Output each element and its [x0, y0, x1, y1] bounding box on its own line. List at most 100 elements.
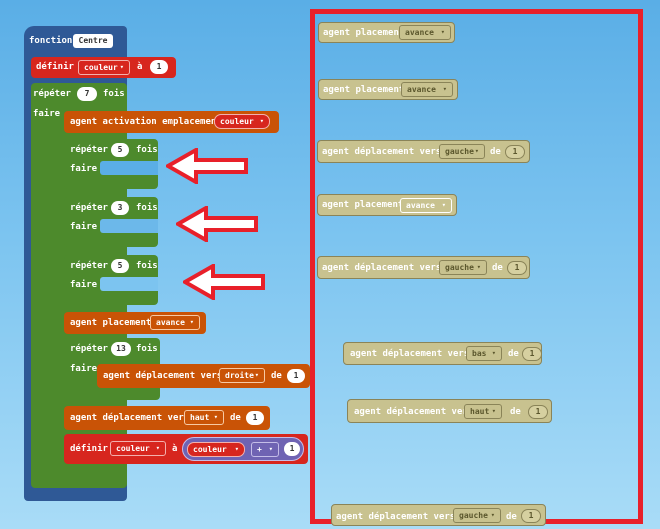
inner-times-label: fois: [136, 145, 158, 155]
move-right-block[interactable]: agent déplacement vers droite ▾ de 1: [97, 364, 310, 388]
chevron-down-icon: ▾: [474, 147, 479, 155]
palette-dropdown-label: gauche: [445, 147, 474, 156]
place-dropdown-label: avance: [156, 318, 185, 327]
palette-block-move[interactable]: agent déplacement vers gauche ▾ de 1: [317, 256, 530, 279]
activate-variable-label: couleur: [220, 117, 254, 126]
palette-dropdown-label: gauche: [445, 263, 474, 272]
palette-dropdown[interactable]: avance ▾: [400, 198, 452, 213]
palette-block-place[interactable]: agent placement avance ▾: [318, 22, 455, 43]
expr-value[interactable]: 1: [284, 442, 300, 456]
math-expression[interactable]: couleur ▾ + ▾ 1: [182, 437, 304, 461]
agent-activate-block[interactable]: agent activation emplacement couleur ▾: [64, 111, 279, 133]
palette-dropdown[interactable]: gauche ▾: [439, 144, 485, 159]
set-value-input[interactable]: 1: [150, 60, 168, 74]
inner-do-label: faire: [70, 280, 98, 290]
palette-of-label: de: [510, 407, 521, 417]
final-variable-label: couleur: [116, 444, 150, 453]
palette-amount[interactable]: 1: [507, 261, 527, 275]
move-right-label: agent déplacement vers: [103, 371, 223, 381]
variable-dropdown[interactable]: couleur ▾: [78, 60, 130, 75]
inner-repeat-block-3[interactable]: répéter 5 fois faire: [64, 255, 158, 305]
empty-slot[interactable]: [100, 219, 158, 233]
palette-of-label: de: [506, 512, 517, 522]
inner-times-label: fois: [136, 203, 158, 213]
inner-repeat-count[interactable]: 5: [111, 143, 129, 157]
arrow-left-icon: [166, 148, 248, 184]
chevron-down-icon: ▾: [234, 445, 239, 453]
empty-slot[interactable]: [100, 277, 158, 291]
final-set-block[interactable]: définir couleur ▾ à couleur ▾ + ▾ 1: [64, 434, 308, 464]
palette-amount[interactable]: 1: [505, 145, 525, 159]
chevron-down-icon: ▾: [441, 201, 446, 209]
inner-repeat-count[interactable]: 5: [111, 259, 129, 273]
place-label: agent placement: [70, 318, 152, 328]
chevron-down-icon: ▾: [213, 413, 218, 421]
direction-dropdown[interactable]: droite ▾: [219, 368, 265, 383]
palette-dropdown[interactable]: haut ▾: [464, 404, 502, 419]
palette-block-label: agent déplacement vers: [322, 147, 442, 157]
palette-block-place[interactable]: agent placement avance ▾: [317, 194, 457, 216]
function-name-field[interactable]: Centre: [73, 34, 113, 48]
final-variable-dropdown[interactable]: couleur ▾: [110, 441, 166, 456]
place-dropdown[interactable]: avance ▾: [150, 315, 200, 330]
repeat-label: répéter: [33, 89, 71, 99]
agent-place-block[interactable]: agent placement avance ▾: [64, 312, 206, 334]
set-variable-block[interactable]: définir couleur ▾ à 1: [31, 57, 176, 78]
palette-of-label: de: [492, 263, 503, 273]
inner-repeat-label: répéter: [70, 261, 108, 271]
move-up-amount[interactable]: 1: [246, 411, 264, 425]
final-set-to: à: [172, 444, 178, 454]
move-up-block[interactable]: agent déplacement vers haut ▾ de 1: [64, 406, 270, 430]
empty-slot[interactable]: [100, 161, 158, 175]
palette-block-label: agent déplacement vers: [322, 263, 442, 273]
arrow-left-icon: [183, 264, 265, 300]
palette-block-label: agent placement: [323, 28, 405, 38]
palette-dropdown[interactable]: avance ▾: [401, 82, 453, 97]
final-set-label: définir: [70, 444, 108, 454]
palette-block-label: agent déplacement vers: [354, 407, 474, 417]
palette-dropdown-label: avance: [406, 201, 435, 210]
repeat13-count[interactable]: 13: [111, 342, 131, 356]
do-label: faire: [33, 109, 61, 119]
expr-variable-dropdown[interactable]: couleur ▾: [187, 442, 245, 457]
blocks-workspace[interactable]: fonction Centre définir couleur ▾ à 1 rép…: [0, 0, 660, 529]
palette-amount[interactable]: 1: [528, 405, 548, 419]
operator-dropdown[interactable]: + ▾: [251, 442, 279, 457]
set-to-label: à: [137, 62, 143, 72]
inner-repeat-label: répéter: [70, 145, 108, 155]
move-up-of: de: [230, 413, 241, 423]
palette-dropdown[interactable]: avance ▾: [399, 25, 451, 40]
inner-repeat-block-2[interactable]: répéter 3 fois faire: [64, 197, 158, 247]
chevron-down-icon: ▾: [119, 63, 124, 71]
palette-dropdown[interactable]: gauche ▾: [439, 260, 487, 275]
activate-variable-dropdown[interactable]: couleur ▾: [214, 114, 270, 129]
move-right-amount[interactable]: 1: [287, 369, 305, 383]
palette-block-place[interactable]: agent placement avance ▾: [318, 79, 458, 100]
palette-block-move[interactable]: agent déplacement vers bas ▾ de 1: [343, 342, 542, 365]
palette-dropdown[interactable]: gauche ▾: [453, 508, 501, 523]
palette-block-move[interactable]: agent déplacement vers gauche ▾ de 1: [331, 504, 546, 526]
direction-dropdown[interactable]: haut ▾: [184, 410, 224, 425]
inner-repeat-block-1[interactable]: répéter 5 fois faire: [64, 139, 158, 189]
chevron-down-icon: ▾: [490, 511, 495, 519]
palette-block-move[interactable]: agent déplacement vers haut ▾ de 1: [347, 399, 552, 423]
inner-do-label: faire: [70, 222, 98, 232]
times-label: fois: [103, 89, 125, 99]
chevron-down-icon: ▾: [476, 263, 481, 271]
direction-dropdown-label: haut: [190, 413, 210, 422]
palette-block-move[interactable]: agent déplacement vers gauche ▾ de 1: [317, 140, 530, 163]
palette-amount[interactable]: 1: [522, 347, 542, 361]
direction-dropdown-label: droite: [225, 371, 254, 380]
inner-repeat-count[interactable]: 3: [111, 201, 129, 215]
chevron-down-icon: ▾: [254, 371, 259, 379]
expr-variable-label: couleur: [193, 445, 227, 454]
chevron-down-icon: ▾: [155, 444, 160, 452]
repeat-count-input[interactable]: 7: [77, 87, 97, 101]
palette-block-label: agent déplacement vers: [336, 512, 456, 522]
set-label: définir: [36, 62, 74, 72]
palette-dropdown-label: avance: [407, 85, 436, 94]
palette-dropdown[interactable]: bas ▾: [466, 346, 502, 361]
palette-amount[interactable]: 1: [521, 509, 541, 523]
inner-times-label: fois: [136, 261, 158, 271]
palette-dropdown-label: haut: [470, 407, 490, 416]
